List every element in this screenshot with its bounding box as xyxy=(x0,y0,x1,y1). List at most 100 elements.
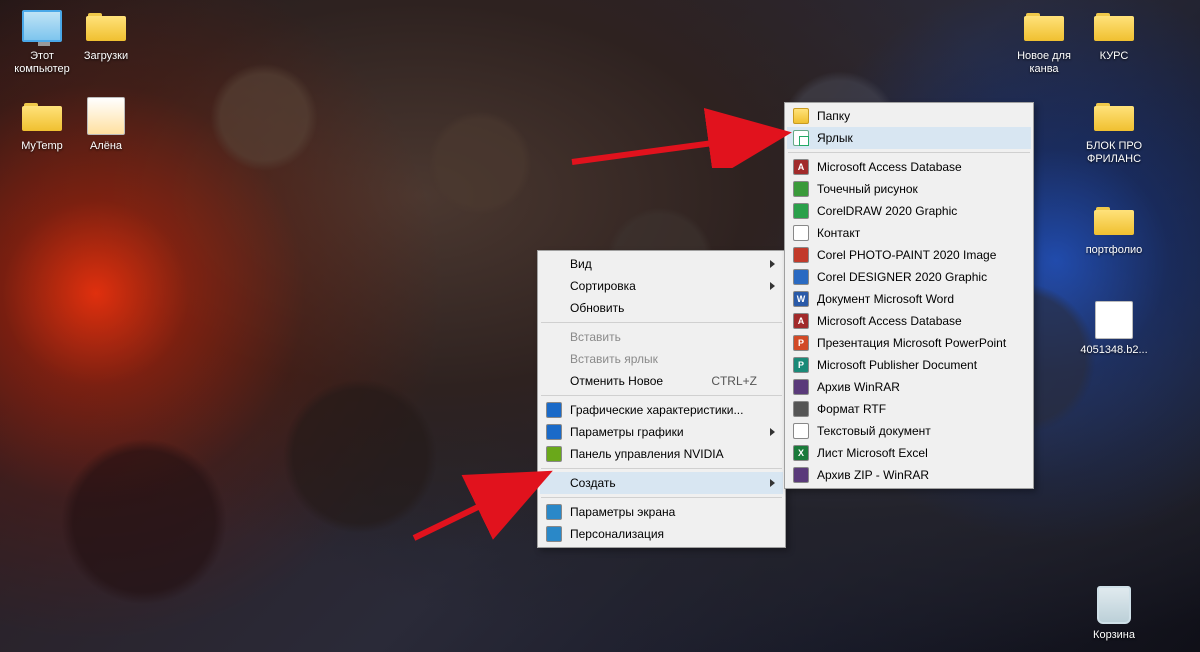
arrow-annotation-shortcut xyxy=(568,96,794,168)
rtf-icon xyxy=(793,401,809,417)
file-icon xyxy=(1095,301,1133,339)
icon-label: портфолио xyxy=(1078,244,1150,257)
icon-label: КУРС xyxy=(1078,50,1150,63)
ctx-item-graphics-props[interactable]: Графические характеристики... xyxy=(540,399,783,421)
ctx-label: Microsoft Access Database xyxy=(817,160,962,174)
desktop-context-menu: Вид Сортировка Обновить Вставить Вставит… xyxy=(537,250,786,548)
sub-item-txt[interactable]: Текстовый документ xyxy=(787,420,1031,442)
separator xyxy=(541,468,782,469)
ctx-label: Документ Microsoft Word xyxy=(817,292,954,306)
sub-item-zip[interactable]: Архив ZIP - WinRAR xyxy=(787,464,1031,486)
sub-item-bitmap[interactable]: Точечный рисунок xyxy=(787,178,1031,200)
chevron-right-icon xyxy=(770,479,775,487)
sub-item-rar[interactable]: Архив WinRAR xyxy=(787,376,1031,398)
sub-item-publisher[interactable]: P Microsoft Publisher Document xyxy=(787,354,1031,376)
arrow-annotation-create xyxy=(408,468,556,544)
ctx-label: Персонализация xyxy=(570,527,664,541)
desktop-icon-recycle-bin[interactable]: Корзина xyxy=(1078,585,1150,642)
ctx-item-view[interactable]: Вид xyxy=(540,253,783,275)
sub-item-powerpoint[interactable]: PПрезентация Microsoft PowerPoint xyxy=(787,332,1031,354)
ctx-label: Сортировка xyxy=(570,279,636,293)
ctx-item-sort[interactable]: Сортировка xyxy=(540,275,783,297)
chevron-right-icon xyxy=(770,282,775,290)
ctx-item-create[interactable]: Создать xyxy=(540,472,783,494)
ctx-label: Точечный рисунок xyxy=(817,182,918,196)
intel-icon xyxy=(546,424,562,440)
sub-item-contact[interactable]: Контакт xyxy=(787,222,1031,244)
ctx-item-nvidia[interactable]: Панель управления NVIDIA xyxy=(540,443,783,465)
icon-label: Загрузки xyxy=(70,50,142,63)
ctx-label: Архив WinRAR xyxy=(817,380,900,394)
ctx-label: Графические характеристики... xyxy=(570,403,743,417)
ctx-label: Контакт xyxy=(817,226,860,240)
ctx-item-personalize[interactable]: Персонализация xyxy=(540,523,783,545)
ctx-label: Текстовый документ xyxy=(817,424,931,438)
ctx-label: Ярлык xyxy=(817,131,853,145)
excel-icon: X xyxy=(793,445,809,461)
desktop-icon-file[interactable]: 4051348.b2... xyxy=(1078,300,1150,357)
desktop-icon-this-pc[interactable]: Этот компьютер xyxy=(6,6,78,76)
ctx-label: Corel DESIGNER 2020 Graphic xyxy=(817,270,987,284)
bitmap-icon xyxy=(793,181,809,197)
nvidia-icon xyxy=(546,446,562,462)
coreldraw-icon xyxy=(793,203,809,219)
chevron-right-icon xyxy=(770,428,775,436)
desktop-icon-new-for-canva[interactable]: Новое для канва xyxy=(1008,6,1080,76)
desktop[interactable]: Этот компьютер Загрузки MyTemp Алёна Нов… xyxy=(0,0,1200,652)
ctx-label: Создать xyxy=(570,476,616,490)
ctx-label: Вид xyxy=(570,257,592,271)
ctx-item-graphics-params[interactable]: Параметры графики xyxy=(540,421,783,443)
sub-item-excel[interactable]: X Лист Microsoft Excel xyxy=(787,442,1031,464)
text-icon xyxy=(793,423,809,439)
publisher-icon: P xyxy=(793,357,809,373)
display-icon xyxy=(546,504,562,520)
sub-item-shortcut[interactable]: Ярлык xyxy=(787,127,1031,149)
sub-item-access2[interactable]: AMicrosoft Access Database xyxy=(787,310,1031,332)
separator xyxy=(788,152,1030,153)
ctx-item-display-settings[interactable]: Параметры экрана xyxy=(540,501,783,523)
desktop-icon-mytemp[interactable]: MyTemp xyxy=(6,96,78,153)
word-icon: W xyxy=(793,291,809,307)
sub-item-photopaint[interactable]: Corel PHOTO-PAINT 2020 Image xyxy=(787,244,1031,266)
icon-label: Новое для канва xyxy=(1008,50,1080,76)
rar-icon xyxy=(793,379,809,395)
folder-icon xyxy=(86,11,126,41)
sub-item-coreldraw[interactable]: CorelDRAW 2020 Graphic xyxy=(787,200,1031,222)
ctx-item-refresh[interactable]: Обновить xyxy=(540,297,783,319)
ctx-label: Отменить Новое xyxy=(570,374,663,388)
ctx-label: Папку xyxy=(817,109,850,123)
desktop-icon-kurs[interactable]: КУРС xyxy=(1078,6,1150,63)
powerpoint-icon: P xyxy=(793,335,809,351)
desktop-icon-alena[interactable]: Алёна xyxy=(70,96,142,153)
recycle-bin-icon xyxy=(1097,586,1131,624)
shortcut-icon xyxy=(793,130,809,146)
sub-item-word[interactable]: W Документ Microsoft Word xyxy=(787,288,1031,310)
sub-item-rtf[interactable]: Формат RTF xyxy=(787,398,1031,420)
folder-icon xyxy=(1024,11,1064,41)
create-submenu: Папку Ярлык A Microsoft Access Database Т… xyxy=(784,102,1034,489)
sub-item-designer[interactable]: Corel DESIGNER 2020 Graphic xyxy=(787,266,1031,288)
ctx-label: Вставить xyxy=(570,330,621,344)
sub-item-folder[interactable]: Папку xyxy=(787,105,1031,127)
folder-icon xyxy=(1094,101,1134,131)
photopaint-icon xyxy=(793,247,809,263)
ctx-label: Вставить ярлык xyxy=(570,352,658,366)
ctx-label: CorelDRAW 2020 Graphic xyxy=(817,204,957,218)
separator xyxy=(541,322,782,323)
separator xyxy=(541,395,782,396)
ctx-label: Microsoft Publisher Document xyxy=(817,358,977,372)
desktop-icon-downloads[interactable]: Загрузки xyxy=(70,6,142,63)
ctx-label: Формат RTF xyxy=(817,402,886,416)
desktop-icon-portfolio[interactable]: портфолио xyxy=(1078,200,1150,257)
chevron-right-icon xyxy=(770,260,775,268)
desktop-icon-blok-freelance[interactable]: БЛОК ПРО ФРИЛАНС xyxy=(1078,96,1150,166)
access-icon: A xyxy=(793,313,809,329)
file-icon xyxy=(87,97,125,135)
ctx-label: Лист Microsoft Excel xyxy=(817,446,928,460)
folder-icon xyxy=(1094,11,1134,41)
ctx-label: Панель управления NVIDIA xyxy=(570,447,724,461)
sub-item-access[interactable]: A Microsoft Access Database xyxy=(787,156,1031,178)
ctx-item-paste: Вставить xyxy=(540,326,783,348)
access-icon: A xyxy=(793,159,809,175)
ctx-item-undo[interactable]: Отменить НовоеCTRL+Z xyxy=(540,370,783,392)
